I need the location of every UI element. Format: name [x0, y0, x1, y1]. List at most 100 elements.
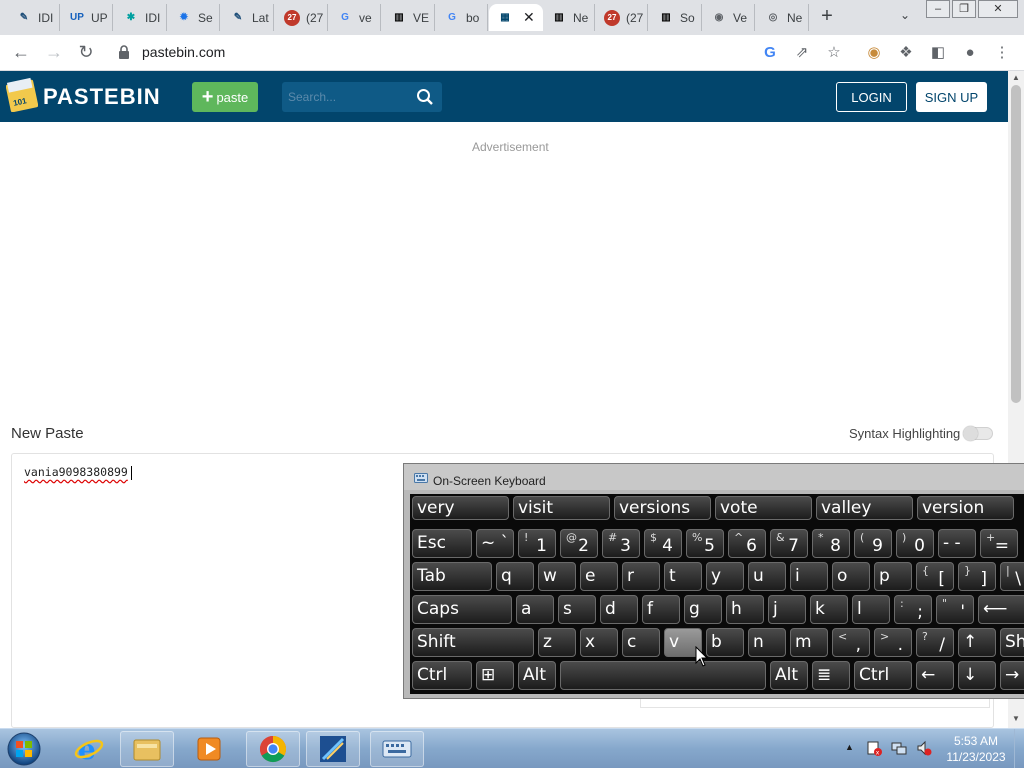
osk-key-[interactable]: ↓ — [958, 661, 996, 690]
scroll-up-icon[interactable]: ▲ — [1011, 73, 1021, 83]
osk-key-x[interactable]: x — [580, 628, 618, 657]
osk-key-3[interactable]: #3 — [602, 529, 640, 558]
scroll-down-icon[interactable]: ▼ — [1011, 714, 1021, 724]
osk-key-r[interactable]: r — [622, 562, 660, 591]
osk-key-esc[interactable]: Esc — [412, 529, 472, 558]
osk-prediction[interactable]: visit — [513, 496, 610, 520]
reload-button[interactable]: ↻ — [74, 41, 98, 65]
osk-key-space[interactable] — [560, 661, 766, 690]
browser-tab[interactable]: ✱ IDI — [115, 4, 167, 31]
osk-key-[interactable]: }] — [958, 562, 996, 591]
osk-key-tab[interactable]: Tab — [412, 562, 492, 591]
osk-key-7[interactable]: & 7 — [770, 529, 808, 558]
close-tab-icon[interactable]: ✕ — [523, 9, 535, 26]
osk-key-[interactable]: ⟵ — [978, 595, 1024, 624]
taskbar-image-app[interactable] — [306, 731, 360, 767]
osk-key-a[interactable]: a — [516, 595, 554, 624]
pastebin-logo-icon[interactable]: 101 — [6, 76, 38, 112]
osk-key-d[interactable]: d — [600, 595, 638, 624]
osk-key-6[interactable]: ^ 6 — [728, 529, 766, 558]
osk-key-[interactable]: ↑ — [958, 628, 996, 657]
osk-key-9[interactable]: (9 — [854, 529, 892, 558]
osk-prediction[interactable]: vote — [715, 496, 812, 520]
browser-tab[interactable]: UP UP — [61, 4, 113, 31]
osk-key-[interactable]: ~ ` — [476, 529, 514, 558]
restore-button[interactable]: ❐ — [952, 0, 976, 18]
search-icon[interactable] — [416, 88, 434, 106]
osk-key-y[interactable]: y — [706, 562, 744, 591]
browser-tab[interactable]: ◉ Ve — [703, 4, 755, 31]
browser-tab[interactable]: ▥ Ne — [543, 4, 595, 31]
profile-icon[interactable]: ● — [960, 43, 980, 63]
osk-key-u[interactable]: u — [748, 562, 786, 591]
osk-key-l[interactable]: l — [852, 595, 890, 624]
osk-key-[interactable]: " ' — [936, 595, 974, 624]
pastebin-brand[interactable]: PASTEBIN — [43, 84, 161, 110]
show-hidden-icons[interactable]: ▲ — [845, 742, 854, 752]
osk-key-[interactable]: → — [1000, 661, 1024, 690]
osk-prediction[interactable]: valley — [816, 496, 913, 520]
share-icon[interactable]: ⇗ — [792, 43, 812, 63]
osk-key-m[interactable]: m — [790, 628, 828, 657]
scroll-thumb[interactable] — [1011, 85, 1021, 403]
osk-key-f[interactable]: f — [642, 595, 680, 624]
osk-key-c[interactable]: c — [622, 628, 660, 657]
osk-key-[interactable]: {[ — [916, 562, 954, 591]
osk-key-5[interactable]: % 5 — [686, 529, 724, 558]
minimize-button[interactable]: – — [926, 0, 950, 18]
signup-button[interactable]: SIGN UP — [916, 82, 987, 112]
osk-key-ctrl[interactable]: Ctrl — [412, 661, 472, 690]
osk-key-n[interactable]: n — [748, 628, 786, 657]
back-button[interactable]: ← — [9, 41, 33, 65]
side-panel-icon[interactable]: ◧ — [928, 43, 948, 63]
osk-key-1[interactable]: ! 1 — [518, 529, 556, 558]
osk-key-[interactable]: :; — [894, 595, 932, 624]
browser-tab[interactable]: ▦ ✕ — [489, 4, 543, 31]
osk-prediction[interactable]: versions — [614, 496, 711, 520]
osk-key-[interactable]: | \ — [1000, 562, 1024, 591]
browser-tab[interactable]: ▥ VE — [383, 4, 435, 31]
search-input[interactable] — [288, 88, 408, 106]
osk-titlebar[interactable]: On-Screen Keyboard — [404, 464, 1024, 490]
volume-muted-icon[interactable] — [916, 740, 932, 756]
browser-tab[interactable]: 27 (27 — [276, 4, 328, 31]
osk-key-8[interactable]: * 8 — [812, 529, 850, 558]
osk-key-shi[interactable]: Shi — [1000, 628, 1024, 657]
action-center-icon[interactable]: x — [866, 740, 882, 756]
osk-key-z[interactable]: z — [538, 628, 576, 657]
close-window-button[interactable]: ✕ — [978, 0, 1018, 18]
osk-key-[interactable]: <, — [832, 628, 870, 657]
syntax-highlighting-toggle[interactable] — [963, 426, 993, 441]
taskbar-internet-explorer[interactable]: e — [62, 731, 116, 767]
osk-key-h[interactable]: h — [726, 595, 764, 624]
lock-icon[interactable] — [118, 45, 130, 59]
browser-tab[interactable]: ✎ IDI — [8, 4, 60, 31]
osk-key-j[interactable]: j — [768, 595, 806, 624]
browser-tab[interactable]: ✹ Se — [168, 4, 220, 31]
google-lens-icon[interactable]: G — [760, 43, 780, 63]
osk-key-o[interactable]: o — [832, 562, 870, 591]
osk-key-g[interactable]: g — [684, 595, 722, 624]
osk-key-b[interactable]: b — [706, 628, 744, 657]
osk-key-[interactable]: + = — [980, 529, 1018, 558]
osk-key-0[interactable]: ) 0 — [896, 529, 934, 558]
osk-key-menu-key[interactable]: ≣ — [812, 661, 850, 690]
osk-key-q[interactable]: q — [496, 562, 534, 591]
osk-prediction[interactable]: version — [917, 496, 1014, 520]
new-paste-button[interactable]: + paste — [192, 82, 258, 112]
osk-key-4[interactable]: $4 — [644, 529, 682, 558]
browser-tab[interactable]: 27 (27 — [596, 4, 648, 31]
browser-tab[interactable]: ✎ Lat — [222, 4, 274, 31]
tab-search-button[interactable]: ⌄ — [896, 8, 914, 26]
taskbar-on-screen-keyboard[interactable] — [370, 731, 424, 767]
osk-key-ctrl[interactable]: Ctrl — [854, 661, 912, 690]
osk-key-w[interactable]: w — [538, 562, 576, 591]
cookie-extension-icon[interactable]: ◉ — [864, 43, 884, 63]
new-tab-button[interactable]: + — [816, 6, 838, 28]
osk-prediction[interactable]: very — [412, 496, 509, 520]
browser-tab[interactable]: Gbo — [436, 4, 488, 31]
login-button[interactable]: LOGIN — [836, 82, 907, 112]
taskbar-file-explorer[interactable] — [120, 731, 174, 767]
osk-key-2[interactable]: @2 — [560, 529, 598, 558]
network-icon[interactable] — [891, 740, 907, 756]
